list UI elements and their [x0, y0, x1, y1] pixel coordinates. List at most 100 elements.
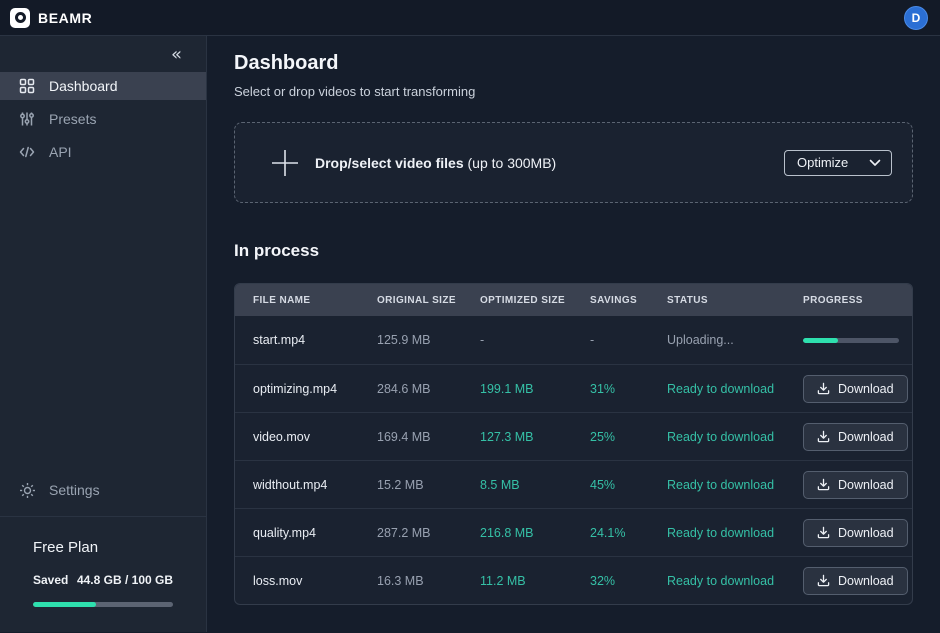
download-icon: [817, 574, 830, 587]
in-process-title: In process: [234, 241, 913, 261]
cell-progress: Download: [785, 375, 912, 403]
cell-original-size: 15.2 MB: [359, 478, 462, 492]
grid-icon: [18, 78, 36, 94]
download-icon: [817, 526, 830, 539]
cell-savings: 32%: [572, 574, 649, 588]
cell-status: Ready to download: [649, 382, 785, 396]
plan-saved-label: Saved: [33, 573, 68, 587]
plan-progress-bar: [33, 602, 173, 607]
table-row: optimizing.mp4 284.6 MB 199.1 MB 31% Rea…: [235, 364, 912, 412]
cell-status: Ready to download: [649, 526, 785, 540]
cell-progress: Download: [785, 567, 912, 595]
dropzone-label-note: (up to 300MB): [464, 155, 557, 171]
plus-icon: [255, 148, 315, 178]
table-row: video.mov 169.4 MB 127.3 MB 25% Ready to…: [235, 412, 912, 460]
action-select-value: Optimize: [797, 155, 848, 170]
user-avatar[interactable]: D: [904, 6, 928, 30]
sliders-icon: [18, 111, 36, 127]
cell-savings: 45%: [572, 478, 649, 492]
sidebar-item-presets[interactable]: Presets: [0, 105, 206, 133]
action-select[interactable]: Optimize: [784, 150, 892, 176]
cell-file-name: widthout.mp4: [235, 478, 359, 492]
cell-file-name: start.mp4: [235, 333, 359, 347]
upload-progress-bar: [803, 338, 899, 343]
download-button[interactable]: Download: [803, 519, 908, 547]
table-row: widthout.mp4 15.2 MB 8.5 MB 45% Ready to…: [235, 460, 912, 508]
brand: BEAMR: [10, 8, 92, 28]
sidebar-nav: Dashboard Presets: [0, 72, 206, 171]
download-button[interactable]: Download: [803, 423, 908, 451]
col-header-status: STATUS: [649, 295, 785, 306]
download-button-label: Download: [838, 526, 894, 540]
download-button-label: Download: [838, 574, 894, 588]
cell-optimized-size: 216.8 MB: [462, 526, 572, 540]
cell-original-size: 169.4 MB: [359, 430, 462, 444]
cell-savings: 24.1%: [572, 526, 649, 540]
top-bar: BEAMR D: [0, 0, 940, 36]
col-header-optimized-size: OPTIMIZED SIZE: [462, 295, 572, 306]
col-header-progress: PROGRESS: [785, 295, 912, 306]
cell-optimized-size: 8.5 MB: [462, 478, 572, 492]
cell-original-size: 125.9 MB: [359, 333, 462, 347]
beamr-logo-icon: [10, 8, 30, 28]
sidebar-item-label: Settings: [49, 482, 100, 498]
plan-progress-fill: [33, 602, 96, 607]
download-button-label: Download: [838, 382, 894, 396]
sidebar-item-label: Dashboard: [49, 78, 118, 94]
cell-original-size: 16.3 MB: [359, 574, 462, 588]
table-row: loss.mov 16.3 MB 11.2 MB 32% Ready to do…: [235, 556, 912, 604]
sidebar-item-label: API: [49, 144, 72, 160]
cell-savings: 31%: [572, 382, 649, 396]
upload-progress-fill: [803, 338, 838, 343]
col-header-original-size: ORIGINAL SIZE: [359, 295, 462, 306]
cell-status: Uploading...: [649, 333, 785, 347]
download-button[interactable]: Download: [803, 375, 908, 403]
dropzone-label: Drop/select video files (up to 300MB): [315, 155, 556, 171]
table-body: start.mp4 125.9 MB - - Uploading... opti…: [235, 316, 912, 604]
cell-original-size: 287.2 MB: [359, 526, 462, 540]
dropzone-label-bold: Drop/select video files: [315, 155, 464, 171]
col-header-savings: SAVINGS: [572, 295, 649, 306]
file-dropzone[interactable]: Drop/select video files (up to 300MB) Op…: [234, 122, 913, 203]
cell-file-name: loss.mov: [235, 574, 359, 588]
sidebar-collapse-icon[interactable]: «: [167, 44, 186, 66]
table-row: start.mp4 125.9 MB - - Uploading...: [235, 316, 912, 364]
sidebar-item-api[interactable]: API: [0, 138, 206, 166]
cell-savings: 25%: [572, 430, 649, 444]
main-content: Dashboard Select or drop videos to start…: [207, 36, 940, 632]
cell-progress: Download: [785, 519, 912, 547]
cell-progress: Download: [785, 471, 912, 499]
cell-optimized-size: 199.1 MB: [462, 382, 572, 396]
download-icon: [817, 382, 830, 395]
download-button[interactable]: Download: [803, 471, 908, 499]
cell-progress: Download: [785, 423, 912, 451]
download-button[interactable]: Download: [803, 567, 908, 595]
col-header-file-name: FILE NAME: [235, 295, 359, 306]
sidebar: « Dashboard: [0, 36, 207, 632]
table-row: quality.mp4 287.2 MB 216.8 MB 24.1% Read…: [235, 508, 912, 556]
cell-file-name: video.mov: [235, 430, 359, 444]
cell-file-name: optimizing.mp4: [235, 382, 359, 396]
cell-optimized-size: 11.2 MB: [462, 574, 572, 588]
plan-section: Free Plan Saved 44.8 GB / 100 GB: [0, 516, 206, 632]
download-button-label: Download: [838, 430, 894, 444]
sidebar-item-label: Presets: [49, 111, 96, 127]
page-title: Dashboard: [234, 52, 913, 75]
sidebar-item-settings[interactable]: Settings: [0, 476, 206, 504]
cell-status: Ready to download: [649, 430, 785, 444]
download-icon: [817, 478, 830, 491]
download-icon: [817, 430, 830, 443]
plan-usage-value: 44.8 GB / 100 GB: [77, 573, 173, 587]
gear-icon: [18, 482, 36, 499]
cell-file-name: quality.mp4: [235, 526, 359, 540]
cell-status: Ready to download: [649, 574, 785, 588]
sidebar-item-dashboard[interactable]: Dashboard: [0, 72, 206, 100]
code-icon: [18, 144, 36, 160]
cell-progress: [785, 338, 912, 343]
chevron-down-icon: [869, 159, 881, 167]
page-subtitle: Select or drop videos to start transform…: [234, 84, 913, 99]
cell-status: Ready to download: [649, 478, 785, 492]
download-button-label: Download: [838, 478, 894, 492]
cell-original-size: 284.6 MB: [359, 382, 462, 396]
cell-optimized-size: 127.3 MB: [462, 430, 572, 444]
